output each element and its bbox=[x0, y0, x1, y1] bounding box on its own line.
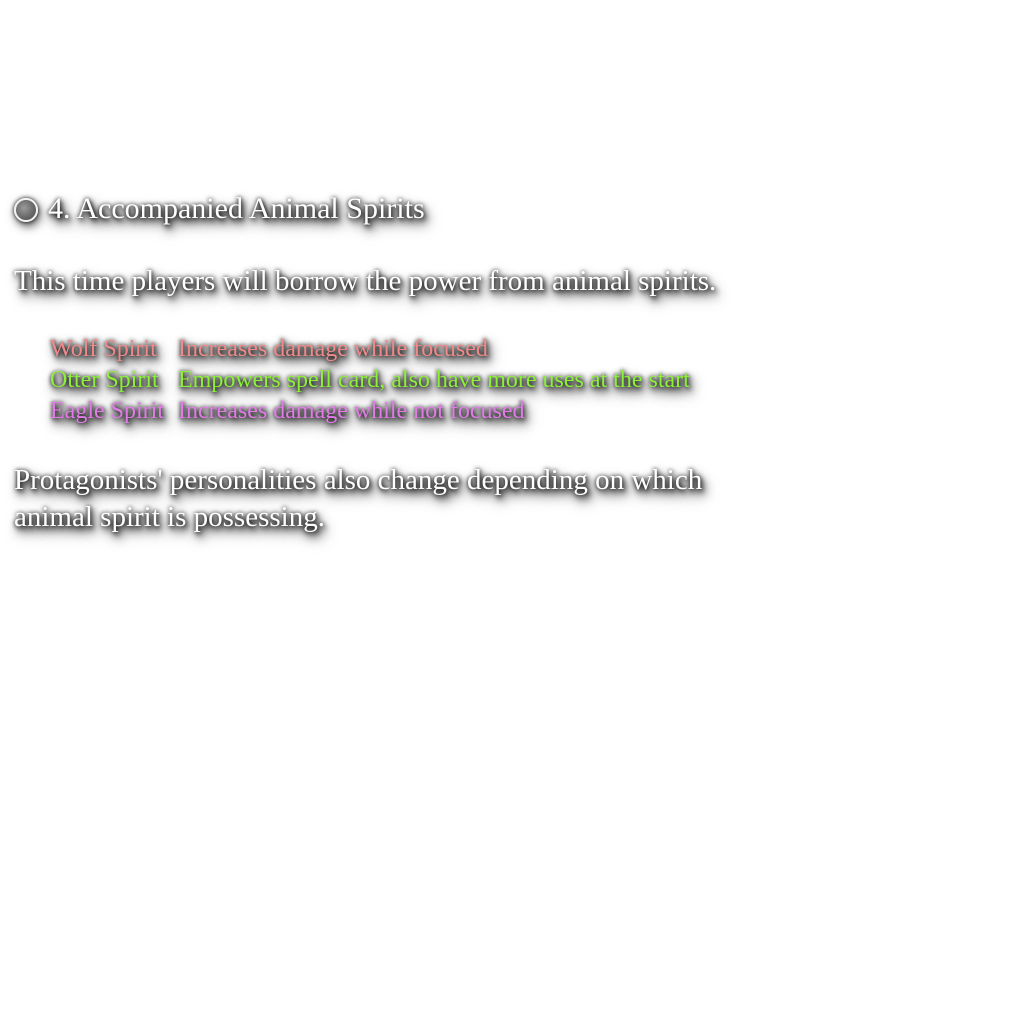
spirit-name: Eagle Spirit bbox=[50, 398, 164, 424]
spirit-name: Otter Spirit bbox=[50, 367, 159, 393]
spirit-list: Wolf Spirit Increases damage while focus… bbox=[50, 334, 690, 427]
spirit-row-eagle: Eagle Spirit Increases damage while not … bbox=[50, 396, 690, 427]
spirit-info-page: 4. Accompanied Animal Spirits This time … bbox=[0, 0, 1024, 1024]
intro-text: This time players will borrow the power … bbox=[14, 265, 717, 297]
section-heading: 4. Accompanied Animal Spirits bbox=[14, 190, 425, 228]
spirit-row-otter: Otter Spirit Empowers spell card, also h… bbox=[50, 365, 690, 396]
spirit-row-wolf: Wolf Spirit Increases damage while focus… bbox=[50, 334, 690, 365]
radio-circle-icon bbox=[14, 198, 38, 222]
outro-text: Protagonists' personalities also change … bbox=[14, 464, 703, 533]
spirit-effect: Increases damage while focused bbox=[177, 336, 488, 362]
section-title: 4. Accompanied Animal Spirits bbox=[48, 192, 425, 225]
spirit-name: Wolf Spirit bbox=[50, 336, 157, 362]
spirit-effect: Increases damage while not focused bbox=[177, 398, 525, 424]
spirit-effect: Empowers spell card, also have more uses… bbox=[177, 367, 690, 393]
